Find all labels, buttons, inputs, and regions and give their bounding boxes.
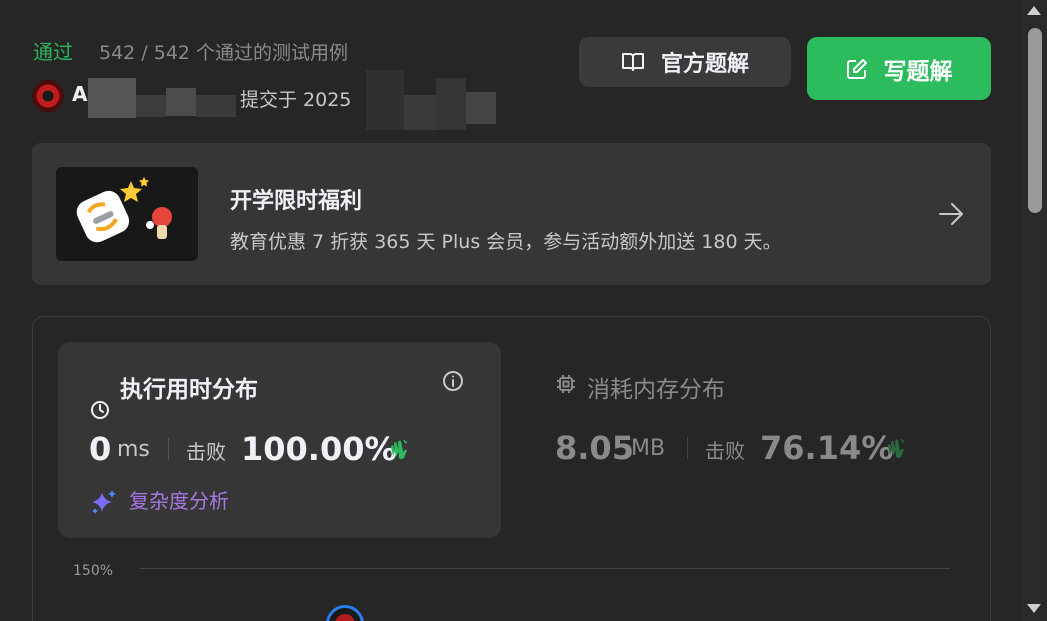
redacted-username-block <box>136 95 166 117</box>
avatar[interactable] <box>32 80 64 112</box>
clap-icon <box>888 438 905 458</box>
scrollbar-thumb[interactable] <box>1028 28 1042 213</box>
redacted-date-block <box>366 70 404 130</box>
official-solution-label: 官方题解 <box>660 52 749 77</box>
username[interactable]: A <box>72 82 87 106</box>
redacted-date-block <box>436 78 466 130</box>
memory-unit: MB <box>631 436 666 461</box>
testcase-count: 542 / 542 个通过的测试用例 <box>99 42 349 64</box>
write-solution-button[interactable]: 写题解 <box>807 37 991 100</box>
runtime-unit: ms <box>117 437 150 462</box>
runtime-value: 0 <box>89 430 112 468</box>
book-icon <box>621 53 644 71</box>
scroll-down-arrow-icon[interactable] <box>1027 604 1041 613</box>
memory-value: 8.05 <box>555 429 634 467</box>
runtime-card[interactable]: 执行用时分布 0 ms 击败 100.00% 复杂度分析 <box>58 342 501 538</box>
complexity-analysis-link[interactable]: 复杂度分析 <box>129 485 229 514</box>
official-solution-button[interactable]: 官方题解 <box>579 37 791 87</box>
write-solution-label: 写题解 <box>883 58 953 85</box>
edit-icon <box>846 58 867 79</box>
promo-title: 开学限时福利 <box>230 189 363 214</box>
clap-icon <box>391 439 408 459</box>
sparkle-icon <box>92 490 116 514</box>
accepted-status: 通过 <box>33 40 73 64</box>
redacted-username-block <box>166 88 196 116</box>
redacted-date-block <box>404 95 436 130</box>
promo-image <box>56 167 198 261</box>
runtime-beats-label: 击败 <box>186 440 226 464</box>
redacted-date-block <box>466 92 496 124</box>
memory-beats-label: 击败 <box>705 439 745 463</box>
memory-beats-value: 76.14% <box>760 429 894 467</box>
clock-icon <box>91 401 109 419</box>
scroll-up-arrow-icon[interactable] <box>1027 6 1041 15</box>
runtime-beats-value: 100.00% <box>241 430 397 468</box>
performance-panel: 执行用时分布 0 ms 击败 100.00% 复杂度分析 <box>32 316 991 621</box>
redacted-username-block <box>88 78 136 118</box>
leetcode-mascot-icon <box>76 177 172 243</box>
submission-time: 提交于 2025 <box>240 89 352 111</box>
promo-description: 教育优惠 7 折获 365 天 Plus 会员，参与活动额外加送 180 天。 <box>230 231 782 253</box>
redacted-username-block <box>196 95 236 117</box>
chip-icon <box>557 375 575 393</box>
divider <box>168 438 169 460</box>
promo-banner[interactable]: 开学限时福利 教育优惠 7 折获 365 天 Plus 会员，参与活动额外加送 … <box>32 143 991 285</box>
divider <box>687 437 688 459</box>
runtime-title: 执行用时分布 <box>120 377 258 403</box>
info-icon[interactable] <box>442 370 464 392</box>
y-axis-tick: 150% <box>73 563 114 579</box>
arrow-right-icon[interactable] <box>936 199 966 229</box>
memory-title[interactable]: 消耗内存分布 <box>587 370 725 404</box>
gridline <box>140 568 950 569</box>
